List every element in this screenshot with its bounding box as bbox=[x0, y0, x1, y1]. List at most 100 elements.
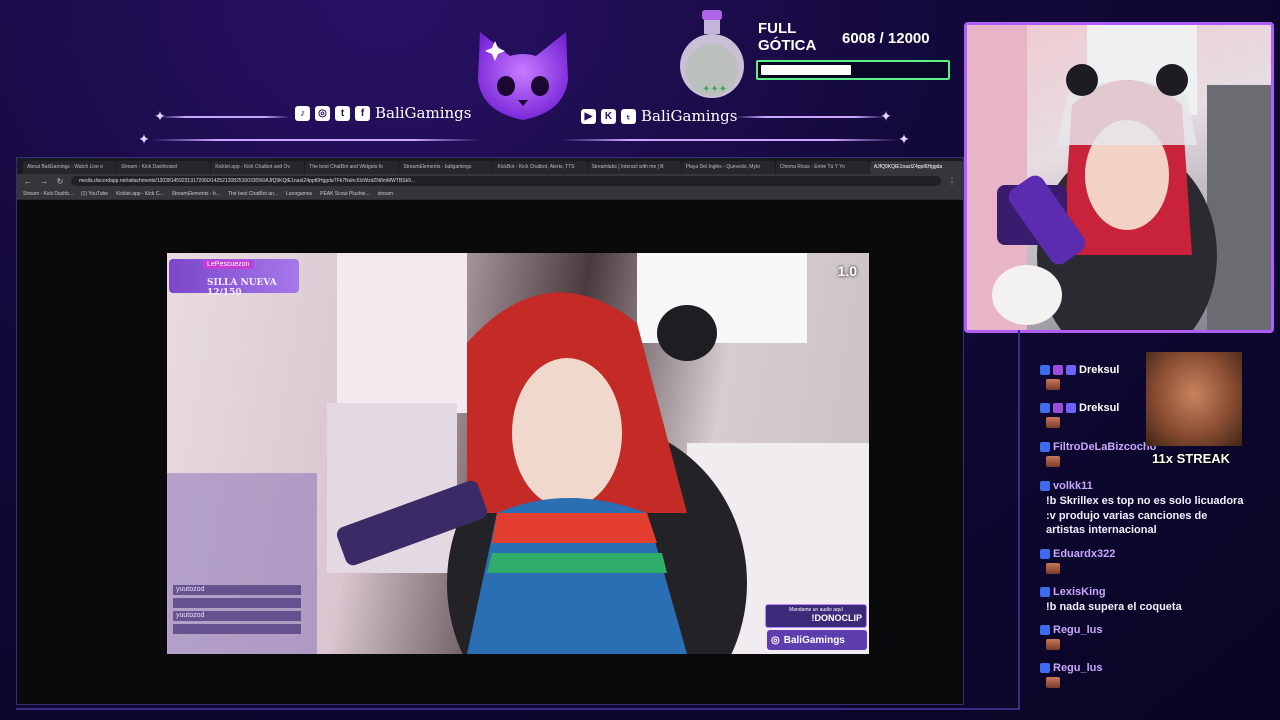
social-handle-left: BaliGamings bbox=[375, 104, 472, 122]
chat-text: !b nada supera el coqueta bbox=[1046, 601, 1182, 613]
goal-title-line1: FULL bbox=[758, 20, 797, 37]
donoclip-panel: Mandame un audio aquí !DONOCLIP bbox=[765, 604, 867, 628]
browser-tab[interactable]: Streamlabs | Interact with me | B bbox=[587, 161, 681, 174]
social-handle-right: BaliGamings bbox=[641, 107, 738, 125]
video-chat-name: yuutozod bbox=[173, 585, 301, 595]
sparkle-icon: ✦ bbox=[898, 131, 910, 147]
browser-tab[interactable]: KickBot - Kick Chatbot, Alerts, TTS bbox=[493, 161, 587, 174]
chat-badge-icon bbox=[1040, 625, 1050, 635]
chat-message: volkk11 !b Skrillex es top no es solo lic… bbox=[1040, 480, 1246, 538]
forward-icon[interactable]: → bbox=[39, 177, 49, 186]
bookmark-item[interactable]: (1) YouTube bbox=[81, 191, 108, 197]
kick-icon: K bbox=[601, 108, 616, 124]
instagram-icon: ◎ bbox=[315, 105, 330, 121]
badge-username: LePescuezon bbox=[203, 260, 254, 269]
overlay-line-bottom-left bbox=[150, 139, 480, 141]
chat-emote-icon bbox=[1046, 379, 1060, 390]
browser-toolbar: ← → ↻ media.discordapp.net/attachments/1… bbox=[17, 174, 963, 188]
chat-message: Eduardx322 bbox=[1040, 548, 1115, 574]
facebook-icon: f bbox=[355, 105, 370, 121]
chat-badge-icon bbox=[1040, 365, 1050, 375]
chat-badge-icon bbox=[1040, 587, 1050, 597]
goal-title-line2: GÓTICA bbox=[758, 37, 817, 54]
webcam-feed bbox=[964, 22, 1274, 333]
browser-tab[interactable]: About BaliGamings - Watch Live o bbox=[23, 161, 117, 174]
video-chat-line bbox=[173, 624, 301, 634]
bookmarks-bar: Stream - Kick Dashb... (1) YouTube Kicklet… bbox=[17, 188, 963, 200]
overlay-line-bottom-right bbox=[560, 139, 900, 141]
browser-tab[interactable]: Chema Rivas - Entre Tú Y Yo bbox=[775, 161, 869, 174]
sparkle-icon: ✦ bbox=[154, 108, 166, 124]
bookmark-item[interactable]: Stream - Kick Dashb... bbox=[23, 191, 73, 197]
goal-target: / 12000 bbox=[879, 30, 930, 47]
chat-username[interactable]: FiltroDeLaBizcocho bbox=[1053, 441, 1156, 453]
browser-tab[interactable]: The best ChatBot and Widgets fo bbox=[305, 161, 399, 174]
chat-emote-icon bbox=[1046, 677, 1060, 688]
sparkle-icon: ✦ bbox=[880, 108, 892, 124]
chat-badge-icon bbox=[1066, 365, 1076, 375]
page-content: LePescuezon SILLA NUEVA 12/150 1.0 yuuto… bbox=[17, 200, 963, 704]
chat-username[interactable]: LexisKing bbox=[1053, 586, 1106, 598]
extensions-icon[interactable]: ⋮ bbox=[947, 177, 957, 186]
meme-emote-image bbox=[1146, 352, 1242, 446]
bookmark-item[interactable]: Leoogames bbox=[286, 191, 312, 197]
goal-progress-bar bbox=[756, 60, 950, 80]
twitter-icon: t bbox=[335, 105, 350, 121]
chat-username[interactable]: Regu_lus bbox=[1053, 624, 1103, 636]
badge-goal-text: SILLA NUEVA 12/150 bbox=[207, 278, 277, 298]
chat-badge-icon bbox=[1066, 403, 1076, 413]
browser-window: About BaliGamings - Watch Live o Stream -… bbox=[16, 157, 964, 705]
tab-bar: About BaliGamings - Watch Live o Stream -… bbox=[17, 158, 963, 174]
goal-progress-fill bbox=[761, 65, 851, 75]
video-instagram-handle: ◎ BaliGamings bbox=[767, 630, 867, 650]
chat-username[interactable]: Regu_lus bbox=[1053, 662, 1103, 674]
webcam-image bbox=[967, 25, 1271, 330]
video-handle-text: BaliGamings bbox=[783, 634, 845, 646]
chat-username[interactable]: Dreksul bbox=[1079, 402, 1119, 414]
social-links-right: ▶ K ₜ BaliGamings bbox=[581, 107, 737, 125]
embedded-video[interactable]: LePescuezon SILLA NUEVA 12/150 1.0 yuuto… bbox=[167, 253, 869, 654]
chat-username[interactable]: volkk11 bbox=[1053, 480, 1093, 492]
bookmark-item[interactable]: The best ChatBot an... bbox=[228, 191, 278, 197]
back-icon[interactable]: ← bbox=[23, 177, 33, 186]
chat-username-row: Regu_lus bbox=[1040, 624, 1103, 636]
browser-tab[interactable]: Stream - Kick Dashboard bbox=[117, 161, 211, 174]
bookmark-item[interactable]: Kicklet.app - Kick C... bbox=[116, 191, 164, 197]
potion-icon: ✦✦✦ bbox=[680, 10, 744, 98]
chat-emote-icon bbox=[1046, 639, 1060, 650]
tiktok-icon: ♪ bbox=[295, 105, 310, 121]
chat-badge-icon bbox=[1040, 481, 1050, 491]
youtube-icon: ▶ bbox=[581, 108, 596, 124]
chat-username[interactable]: Dreksul bbox=[1079, 364, 1119, 376]
svg-text:✦✦✦: ✦✦✦ bbox=[702, 84, 727, 95]
browser-tab[interactable]: AJfQ9KQtE1nasIZ4ppt6Hggda bbox=[869, 161, 963, 174]
streak-label: 11x STREAK bbox=[1152, 451, 1231, 466]
chat-badge-icon bbox=[1040, 442, 1050, 452]
chat-emote-icon bbox=[1046, 456, 1060, 467]
chat-badge-icon bbox=[1040, 403, 1050, 413]
chat-username-row: Regu_lus bbox=[1040, 662, 1103, 674]
overlay-line-left bbox=[160, 116, 290, 118]
chat-username-row: Eduardx322 bbox=[1040, 548, 1115, 560]
browser-tab[interactable]: Playa Del Inglés - Quevedo, Mylo bbox=[681, 161, 775, 174]
chat-username[interactable]: Eduardx322 bbox=[1053, 548, 1115, 560]
bookmark-item[interactable]: PEAK Scout Plushie... bbox=[320, 191, 369, 197]
bookmark-item[interactable]: stream bbox=[378, 191, 393, 197]
chat-badge-icon bbox=[1040, 549, 1050, 559]
chat-badge-icon bbox=[1040, 663, 1050, 673]
goal-current: 6008 bbox=[842, 30, 876, 47]
address-bar[interactable]: media.discordapp.net/attachments/1203814… bbox=[71, 176, 941, 186]
chat-message: LexisKing !b nada supera el coqueta bbox=[1040, 586, 1246, 615]
chat-username-row: Dreksul bbox=[1040, 402, 1119, 414]
reload-icon[interactable]: ↻ bbox=[55, 177, 65, 186]
browser-tab[interactable]: Kicklet.app - Kick Chatbot and Ov bbox=[211, 161, 305, 174]
chat-emote-icon bbox=[1046, 417, 1060, 428]
browser-tab[interactable]: StreamElements - baligamings bbox=[399, 161, 493, 174]
chat-username-row: LexisKing bbox=[1040, 586, 1246, 598]
video-chat-overlay: yuutozod yuutozod bbox=[173, 582, 301, 634]
chat-emote-icon bbox=[1046, 563, 1060, 574]
bookmark-item[interactable]: StreamElements - b... bbox=[172, 191, 220, 197]
chat-message: Dreksul bbox=[1040, 364, 1119, 390]
donoclip-command: !DONOCLIP bbox=[811, 613, 863, 623]
goal-title: FULL GÓTICA bbox=[758, 20, 816, 54]
